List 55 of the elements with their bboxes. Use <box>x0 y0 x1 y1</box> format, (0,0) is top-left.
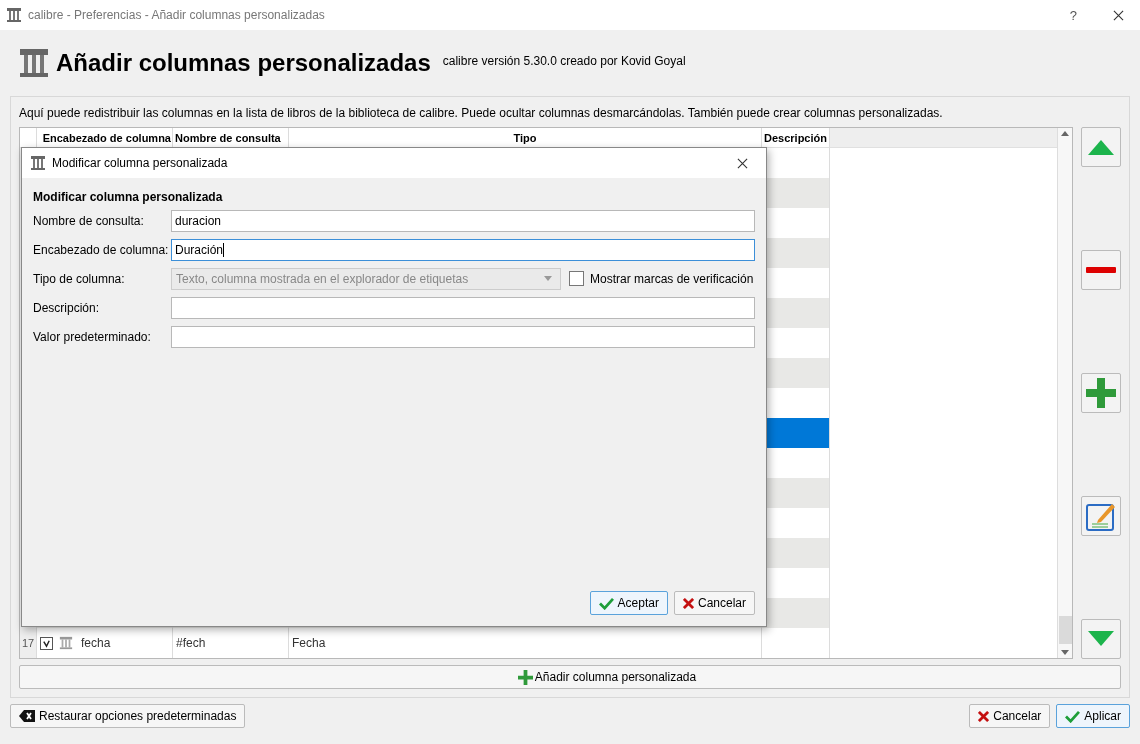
move-up-button[interactable] <box>1081 127 1121 167</box>
plus-icon <box>1085 377 1117 409</box>
window-title: calibre - Preferencias - Añadir columnas personalizadas <box>28 8 326 22</box>
pillar-icon <box>6 7 22 23</box>
table-cell: Fecha <box>292 636 326 650</box>
pillar-icon <box>18 47 50 79</box>
cancel-button[interactable]: Cancelar <box>673 591 755 615</box>
column-header[interactable]: Nombre de consulta <box>173 128 289 148</box>
table-cell: fecha <box>81 636 111 650</box>
field-label: Nombre de consulta: <box>33 213 145 228</box>
minus-icon <box>1086 266 1116 274</box>
move-down-button[interactable] <box>1081 619 1121 659</box>
intro-text: Aquí puede redistribuir las columnas en la lista de libros de la biblioteca de calibre. Puede ocultar columnas desmarcándolas. También puede crear columnas personalizadas. <box>19 105 944 122</box>
section-heading: Modificar columna personalizada <box>33 189 224 206</box>
accept-button[interactable]: Aceptar <box>589 591 668 615</box>
checkbox-label: Mostrar marcas de verificación <box>590 271 754 286</box>
scrollbar[interactable] <box>1057 128 1072 658</box>
column-header[interactable]: Descripción <box>762 128 830 148</box>
cancel-button[interactable]: Cancelar <box>969 704 1051 728</box>
input-field[interactable] <box>171 325 755 348</box>
checkmark-icon <box>1065 709 1081 723</box>
page-title: Añadir columnas personalizadas <box>56 49 431 77</box>
checkbox[interactable] <box>40 636 53 650</box>
table-cell: #fech <box>176 636 206 650</box>
pillar-icon <box>59 636 73 650</box>
dropdown-arrow-icon <box>544 276 552 281</box>
plus-icon <box>517 669 533 685</box>
table-cell[interactable] <box>762 598 830 628</box>
close-icon[interactable] <box>1113 9 1124 21</box>
scroll-up-icon[interactable] <box>1061 131 1069 136</box>
close-icon[interactable] <box>737 157 748 169</box>
scroll-down-icon[interactable] <box>1061 650 1069 655</box>
dialog-title: Modificar columna personalizada <box>52 156 228 170</box>
pillar-icon <box>30 155 46 171</box>
add-column-button[interactable]: Añadir columna personalizada <box>19 665 1121 689</box>
input-field[interactable]: duracion <box>171 209 755 232</box>
scrollbar-thumb[interactable] <box>1058 616 1072 644</box>
help-button[interactable]: ? <box>1069 7 1077 23</box>
edit-button[interactable] <box>1081 496 1121 536</box>
remove-button[interactable] <box>1081 250 1121 290</box>
version-text: calibre versión 5.30.0 creado por Kovid Goyal <box>442 54 686 68</box>
cross-icon <box>978 710 990 722</box>
field-label: Valor predeterminado: <box>33 329 152 344</box>
field-label: Descripción: <box>33 300 101 315</box>
checkmark-icon <box>598 596 614 610</box>
add-button[interactable] <box>1081 373 1121 413</box>
restore-defaults-button[interactable]: Restaurar opciones predeterminadas <box>10 704 246 728</box>
clear-icon <box>19 710 35 722</box>
cross-icon <box>682 597 694 609</box>
input-field[interactable]: Duración <box>171 238 755 261</box>
apply-button[interactable]: Aplicar <box>1056 704 1130 728</box>
field-label: Encabezado de columna: <box>33 242 170 257</box>
row-header[interactable]: 17 <box>20 628 37 658</box>
input-field[interactable] <box>171 296 755 319</box>
field-label: Tipo de columna: <box>33 271 126 286</box>
